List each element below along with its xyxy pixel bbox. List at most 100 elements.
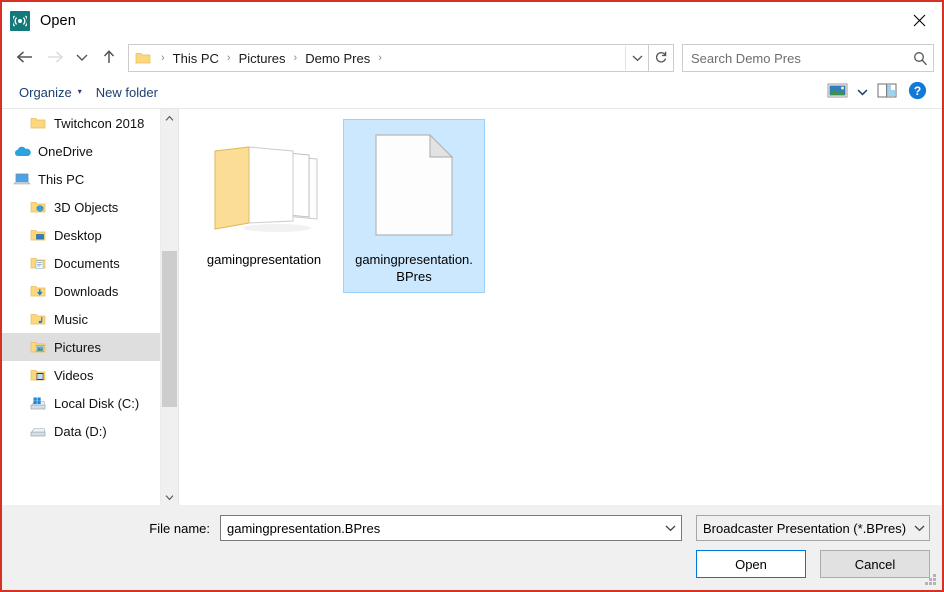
dialog-footer: File name: Broadcaster Presentation (*.B… [2,505,942,590]
help-button[interactable]: ? [902,79,932,105]
sidebar-item-label: Music [54,311,88,327]
folder-music-icon [28,312,48,326]
folder-3d-icon [28,200,48,214]
address-dropdown-button[interactable] [625,46,648,70]
sidebar-item-downloads[interactable]: Downloads [2,277,178,305]
chevron-down-icon [76,51,88,65]
onedrive-icon [12,145,32,158]
sidebar-item-label: Local Disk (C:) [54,395,140,411]
sidebar-item-3d-objects[interactable]: 3D Objects [2,193,178,221]
sidebar-item-twitchcon-2018[interactable]: Twitchcon 2018 [2,109,178,137]
filetype-dropdown[interactable]: Broadcaster Presentation (*.BPres) [696,515,930,541]
new-folder-button[interactable]: New folder [89,82,165,103]
breadcrumb-item-pictures[interactable]: Pictures [237,51,288,66]
forward-button[interactable] [40,43,70,73]
command-bar: Organize ▾ New folder ? [2,76,942,109]
filename-field[interactable] [220,515,682,541]
close-button[interactable] [896,2,942,38]
file-list-pane[interactable]: gamingpresentation gamingpresentation.BP… [178,109,942,505]
file-item-label: gamingpresentation.BPres [355,252,473,284]
scrollbar-thumb[interactable] [162,251,177,407]
dialog-body: Twitchcon 2018 OneDrive This PC 3D Objec… [2,109,942,505]
organize-button[interactable]: Organize ▾ [12,82,89,103]
sidebar-item-desktop[interactable]: Desktop [2,221,178,249]
navigation-bar: › This PC › Pictures › Demo Pres › [2,40,942,76]
filename-row: File name: Broadcaster Presentation (*.B… [14,515,930,541]
open-button-label: Open [735,556,767,572]
sidebar-item-videos[interactable]: Videos [2,361,178,389]
action-button-row: Open Cancel [14,550,930,578]
back-button[interactable] [10,43,40,73]
folder-desktop-icon [28,228,48,242]
file-item-document[interactable]: gamingpresentation.BPres [343,119,485,293]
sidebar-item-pictures[interactable]: Pictures [2,333,178,361]
recent-locations-button[interactable] [70,43,94,73]
breadcrumb-separator: › [293,52,298,64]
arrow-up-icon [102,49,116,68]
drive-windows-icon [28,396,48,411]
sidebar-item-local-disk-c[interactable]: Local Disk (C:) [2,389,178,417]
chevron-up-icon [165,111,174,125]
up-button[interactable] [94,43,124,73]
breadcrumb-item-this-pc[interactable]: This PC [171,51,221,66]
sidebar-item-label: 3D Objects [54,199,119,215]
preview-pane-button[interactable] [872,79,902,105]
breadcrumb-item-demo-pres[interactable]: Demo Pres [303,51,372,66]
breadcrumb-separator: › [161,52,165,64]
picture-view-icon [827,82,848,102]
title-bar: Open [2,2,942,40]
chevron-down-icon [665,521,676,535]
folder-documents-icon [28,256,48,270]
chevron-down-icon [856,85,868,99]
organize-label: Organize [19,84,72,100]
sidebar-item-music[interactable]: Music [2,305,178,333]
chevron-down-icon [909,524,929,532]
sidebar-item-label: Twitchcon 2018 [54,115,145,131]
chevron-down-icon [632,51,643,65]
sidebar-item-onedrive[interactable]: OneDrive [2,137,178,165]
breadcrumb-separator: › [226,52,231,64]
view-mode-button[interactable] [822,79,852,105]
folder-pictures-icon [28,340,48,354]
sidebar-item-label: Downloads [54,283,119,299]
scroll-up-button[interactable] [161,109,178,126]
preview-pane-icon [877,82,897,102]
filename-dropdown-button[interactable] [659,521,681,535]
search-icon[interactable] [907,51,933,66]
search-box[interactable] [682,44,934,72]
breadcrumb: › This PC › Pictures › Demo Pres › [155,51,625,66]
sidebar-item-data-d[interactable]: Data (D:) [2,417,178,445]
document-file-icon [368,125,460,245]
arrow-right-icon [46,50,64,67]
search-input[interactable] [683,50,907,66]
file-item-folder[interactable]: gamingpresentation [193,119,335,293]
help-icon: ? [908,81,927,103]
cancel-button-label: Cancel [854,556,896,572]
resize-grip[interactable] [924,573,938,587]
sidebar-item-label: Pictures [54,339,101,355]
address-bar[interactable]: › This PC › Pictures › Demo Pres › [128,44,649,72]
file-item-label: gamingpresentation [206,252,322,267]
sidebar-scrollbar[interactable] [160,109,178,505]
open-file-dialog: Open › This PC › Pictures › Demo Pres › … [0,0,944,592]
new-folder-label: New folder [95,84,158,100]
refresh-button[interactable] [649,44,674,72]
breadcrumb-separator: › [378,52,382,64]
open-button[interactable]: Open [696,550,806,578]
sidebar-item-documents[interactable]: Documents [2,249,178,277]
broadcast-icon [10,11,30,31]
folder-open-icon [205,125,323,245]
sidebar-item-label: Desktop [54,227,102,243]
sidebar-item-this-pc[interactable]: This PC [2,165,178,193]
navigation-sidebar: Twitchcon 2018 OneDrive This PC 3D Objec… [2,109,178,505]
view-mode-dropdown[interactable] [852,79,872,105]
filetype-value: Broadcaster Presentation (*.BPres) [703,520,907,536]
sidebar-item-label: This PC [38,171,85,187]
filename-label: File name: [149,520,210,536]
sidebar-item-label: Videos [54,367,94,383]
sidebar-item-label: Data (D:) [54,423,107,439]
computer-icon [12,172,32,187]
filename-input[interactable] [221,520,659,536]
cancel-button[interactable]: Cancel [820,550,930,578]
scroll-down-button[interactable] [161,488,178,505]
